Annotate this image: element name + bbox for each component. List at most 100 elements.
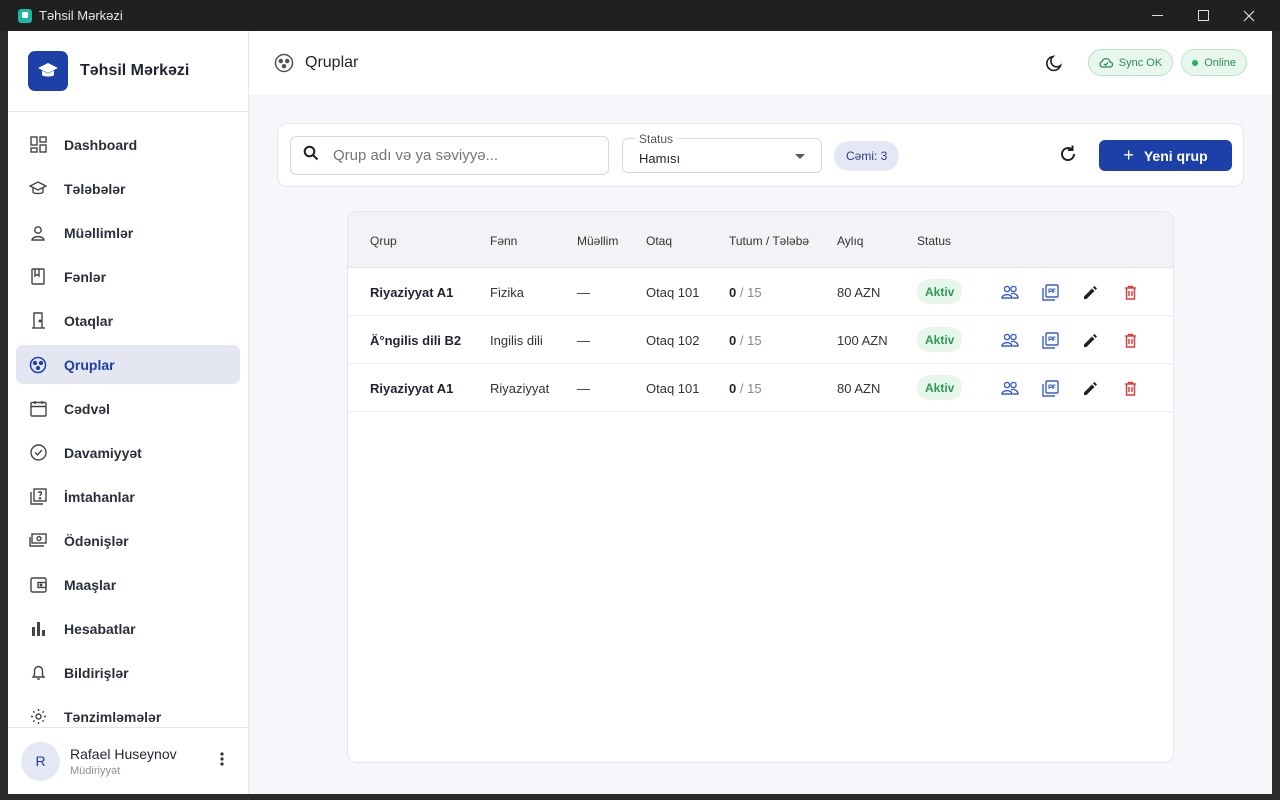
sidebar-item-label: Cədvəl	[64, 400, 110, 417]
delete-icon[interactable]	[1120, 330, 1140, 350]
sidebar-item-students[interactable]: Tələbələr	[16, 169, 240, 208]
students-icon[interactable]	[1000, 330, 1020, 350]
sidebar-item-label: Tələbələr	[64, 180, 126, 197]
sidebar-item-payments[interactable]: Ödənişlər	[16, 521, 240, 560]
status-select[interactable]: Status Hamısı	[622, 132, 822, 173]
status-badge: Aktiv	[917, 375, 963, 400]
delete-icon[interactable]	[1120, 282, 1140, 302]
column-header[interactable]: Fənn	[490, 234, 517, 248]
maximize-button[interactable]	[1180, 0, 1226, 31]
sidebar-item-teachers[interactable]: Müəllimlər	[16, 213, 240, 252]
sidebar: Təhsil Mərkəzi Dashboard Tələbələr Müəll…	[8, 31, 249, 794]
sidebar-item-label: Ödənişlər	[64, 532, 129, 549]
cell-group: Ä°ngilis dili B2	[370, 333, 462, 348]
search-icon	[303, 145, 319, 166]
edit-icon[interactable]	[1080, 378, 1100, 398]
more-vert-icon[interactable]	[220, 752, 224, 771]
online-status-badge: Online	[1181, 49, 1247, 76]
payments-icon	[29, 532, 47, 550]
sync-status-badge: Sync OK	[1087, 49, 1174, 76]
column-header[interactable]: Müəllim	[577, 234, 618, 248]
quiz-icon	[29, 488, 47, 506]
column-header[interactable]: Aylıq	[837, 234, 863, 248]
cell-room: Otaq 102	[646, 333, 700, 348]
page-title: Qruplar	[305, 54, 359, 71]
cell-capacity: 0 / 15	[729, 333, 762, 348]
column-header[interactable]: Status	[917, 234, 951, 248]
sidebar-item-groups[interactable]: Qruplar	[16, 345, 240, 384]
cell-teacher: —	[577, 333, 590, 348]
new-group-label: Yeni qrup	[1143, 147, 1208, 164]
close-button[interactable]	[1226, 0, 1272, 31]
sidebar-item-attendance[interactable]: Davamiyyət	[16, 433, 240, 472]
students-icon[interactable]	[1000, 378, 1020, 398]
graduation-cap-icon	[28, 51, 68, 91]
minimize-button[interactable]	[1134, 0, 1180, 31]
book-icon	[29, 268, 47, 286]
main-content: Qruplar Sync OK Online Status Hamısı	[249, 31, 1272, 794]
cell-monthly: 80 AZN	[837, 381, 881, 396]
cell-room: Otaq 101	[646, 381, 700, 396]
school-icon	[29, 180, 47, 198]
online-status-label: Online	[1204, 56, 1236, 69]
sidebar-item-label: Qruplar	[64, 356, 115, 373]
table-row[interactable]: Riyaziyyat A1 Riyaziyyat — Otaq 101 0 / …	[348, 364, 1173, 412]
column-header[interactable]: Qrup	[370, 234, 397, 248]
column-header[interactable]: Otaq	[646, 234, 672, 248]
sidebar-item-label: Dashboard	[64, 136, 138, 153]
sidebar-item-exams[interactable]: İmtahanlar	[16, 477, 240, 516]
cell-monthly: 100 AZN	[837, 333, 888, 348]
moon-icon	[1045, 54, 1062, 71]
sidebar-item-label: Otaqlar	[64, 312, 114, 329]
sidebar-item-reports[interactable]: Hesabatlar	[16, 609, 240, 648]
cell-teacher: —	[577, 285, 590, 300]
refresh-icon	[1061, 145, 1076, 162]
bell-icon	[29, 664, 47, 682]
gear-icon	[29, 708, 47, 726]
column-header[interactable]: Tutum / Tələbə	[729, 234, 809, 248]
sidebar-item-schedule[interactable]: Cədvəl	[16, 389, 240, 428]
edit-icon[interactable]	[1080, 330, 1100, 350]
refresh-button[interactable]	[1058, 144, 1078, 169]
user-name: Rafael Huseynov	[70, 745, 177, 762]
dashboard-icon	[29, 136, 47, 154]
filter-toolbar: Status Hamısı Cəmi: 3 + Yeni qrup	[277, 123, 1244, 187]
search-input[interactable]	[333, 147, 583, 164]
sidebar-item-rooms[interactable]: Otaqlar	[16, 301, 240, 340]
students-icon[interactable]	[1000, 282, 1020, 302]
groups-icon	[274, 53, 294, 73]
sidebar-item-label: İmtahanlar	[64, 488, 135, 505]
cell-subject: Fizika	[490, 285, 524, 300]
sidebar-item-label: Tənzimləmələr	[64, 708, 162, 725]
groups-icon	[29, 356, 47, 374]
sidebar-item-dashboard[interactable]: Dashboard	[16, 125, 240, 164]
close-icon	[1243, 10, 1255, 21]
new-group-button[interactable]: + Yeni qrup	[1099, 140, 1232, 171]
edit-icon[interactable]	[1080, 282, 1100, 302]
minimize-icon	[1151, 15, 1163, 16]
sidebar-item-salaries[interactable]: Maaşlar	[16, 565, 240, 604]
pdf-icon[interactable]	[1040, 282, 1060, 302]
search-box	[290, 136, 609, 175]
cell-capacity: 0 / 15	[729, 285, 762, 300]
cell-capacity: 0 / 15	[729, 381, 762, 396]
sidebar-item-label: Maaşlar	[64, 576, 117, 593]
pdf-icon[interactable]	[1040, 378, 1060, 398]
cloud-done-icon	[1099, 57, 1113, 68]
door-icon	[29, 312, 47, 330]
check-circle-icon	[29, 444, 47, 462]
cell-subject: Ingilis dili	[490, 333, 543, 348]
sidebar-item-notifications[interactable]: Bildirişlər	[16, 653, 240, 692]
dark-mode-toggle[interactable]	[1045, 54, 1064, 72]
online-dot	[1192, 59, 1199, 66]
plus-icon: +	[1123, 145, 1134, 165]
total-count-badge: Cəmi: 3	[834, 141, 900, 171]
user-profile: R Rafael Huseynov Müdiriyyət	[8, 727, 248, 794]
calendar-icon	[29, 400, 47, 418]
pdf-icon[interactable]	[1040, 330, 1060, 350]
sidebar-item-label: Hesabatlar	[64, 620, 136, 637]
delete-icon[interactable]	[1120, 378, 1140, 398]
sidebar-item-subjects[interactable]: Fənlər	[16, 257, 240, 296]
table-row[interactable]: Ä°ngilis dili B2 Ingilis dili — Otaq 102…	[348, 316, 1173, 364]
table-row[interactable]: Riyaziyyat A1 Fizika — Otaq 101 0 / 15 8…	[348, 268, 1173, 316]
